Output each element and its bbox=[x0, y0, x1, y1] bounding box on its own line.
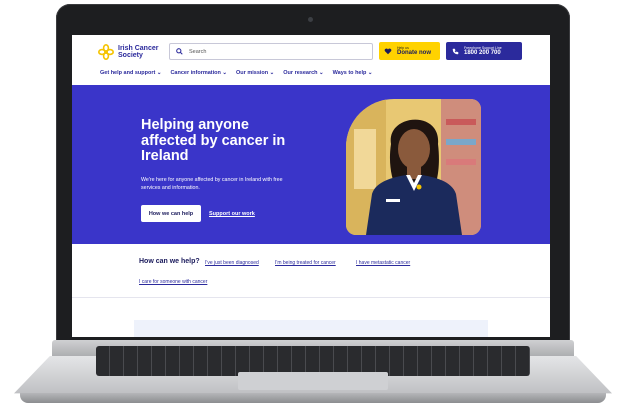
nav-item-cancer-information[interactable]: Cancer information ⌄ bbox=[170, 70, 227, 76]
nav-item-our-research[interactable]: Our research ⌄ bbox=[283, 70, 323, 76]
link-metastatic[interactable]: I have metastatic cancer bbox=[356, 260, 410, 266]
chevron-down-icon: ⌄ bbox=[319, 70, 324, 76]
search-input[interactable]: Search bbox=[169, 43, 373, 60]
main-nav: Get help and support ⌄ Cancer informatio… bbox=[100, 70, 373, 76]
chevron-down-icon: ⌄ bbox=[367, 70, 373, 76]
nav-item-ways-to-help[interactable]: Ways to help ⌄ bbox=[333, 70, 373, 76]
link-care-for-someone[interactable]: I care for someone with cancer bbox=[139, 279, 207, 285]
heart-hand-icon bbox=[384, 48, 392, 54]
webcam bbox=[308, 17, 313, 22]
site-header: Irish Cancer Society Search Help us Dona… bbox=[72, 35, 550, 85]
section-divider bbox=[72, 297, 550, 298]
chevron-down-icon: ⌄ bbox=[156, 70, 162, 76]
hero-subtitle: We're here for anyone affected by cancer… bbox=[141, 177, 283, 191]
link-being-treated[interactable]: I'm being treated for cancer bbox=[275, 260, 336, 266]
help-section: How can we help? I've just been diagnose… bbox=[72, 244, 550, 337]
chevron-down-icon: ⌄ bbox=[269, 70, 275, 76]
help-title: How can we help? bbox=[139, 258, 200, 265]
search-icon bbox=[176, 48, 183, 55]
search-placeholder: Search bbox=[189, 48, 207, 55]
laptop-screen: Irish Cancer Society Search Help us Dona… bbox=[72, 35, 550, 337]
next-section-preview bbox=[134, 320, 488, 337]
hero-banner: Helping anyone affected by cancer in Ire… bbox=[72, 85, 550, 244]
nurse-photo bbox=[346, 99, 481, 235]
support-line-button[interactable]: Freephone Support Line 1800 200 700 bbox=[446, 42, 522, 60]
daffodil-logo-icon bbox=[98, 44, 114, 60]
site-logo[interactable]: Irish Cancer Society bbox=[98, 44, 158, 60]
donate-button[interactable]: Help us Donate now bbox=[379, 42, 440, 60]
support-our-work-link[interactable]: Support our work bbox=[209, 211, 255, 217]
phone-icon bbox=[452, 48, 459, 54]
logo-text: Irish Cancer Society bbox=[118, 45, 159, 59]
support-number: 1800 200 700 bbox=[464, 50, 501, 56]
chevron-down-icon: ⌄ bbox=[222, 70, 228, 76]
laptop-base-edge bbox=[20, 393, 606, 403]
hero-title: Helping anyone affected by cancer in Ire… bbox=[141, 117, 286, 164]
nav-item-our-mission[interactable]: Our mission ⌄ bbox=[236, 70, 274, 76]
link-just-diagnosed[interactable]: I've just been diagnosed bbox=[205, 260, 259, 266]
donate-label: Donate now bbox=[397, 50, 431, 56]
nav-item-get-help[interactable]: Get help and support ⌄ bbox=[100, 70, 161, 76]
laptop-trackpad bbox=[238, 372, 388, 390]
how-we-can-help-button[interactable]: How we can help bbox=[141, 205, 201, 222]
